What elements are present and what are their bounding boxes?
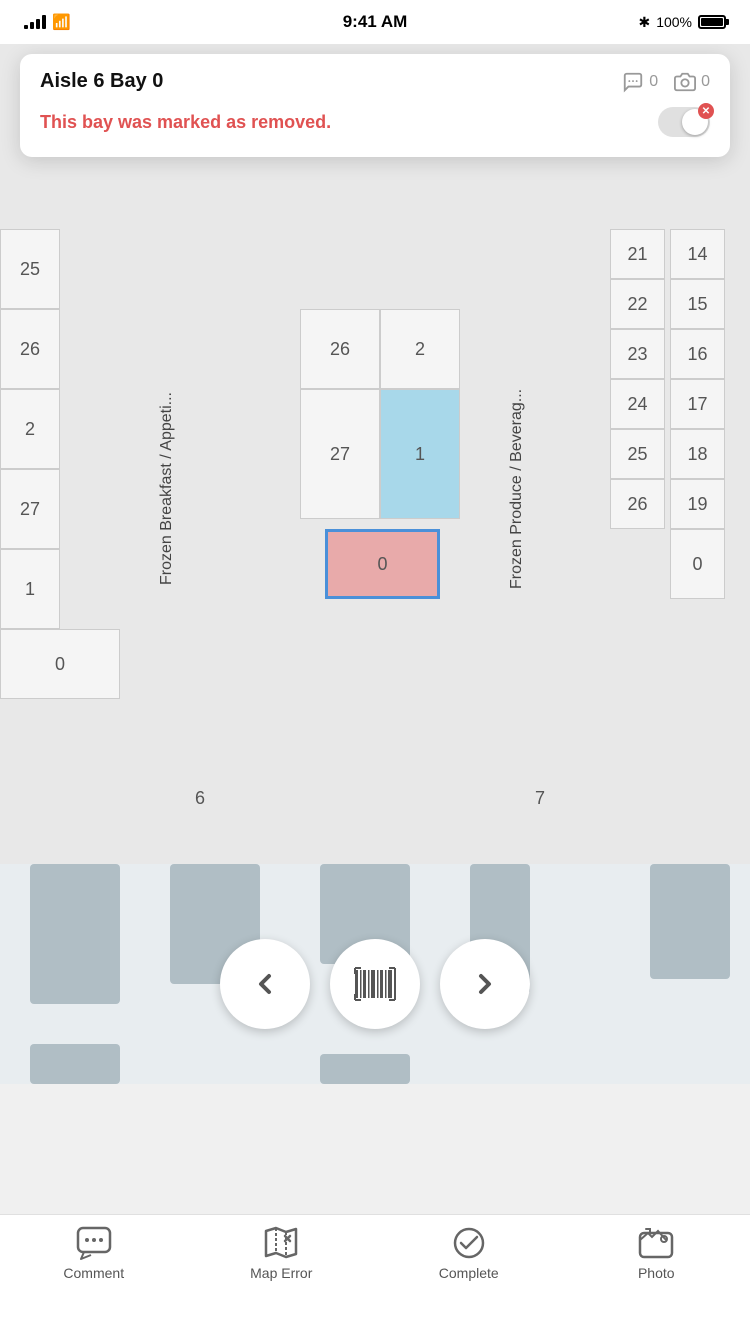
removed-message: This bay was marked as removed. (40, 112, 331, 133)
grid-cell[interactable]: 1 (0, 549, 60, 629)
next-icon (469, 968, 501, 1000)
map-error-icon (263, 1226, 299, 1260)
comment-icon (76, 1226, 112, 1260)
frozen-produce-label: Frozen Produce / Beverag... (508, 319, 526, 659)
shelf-block (320, 1054, 410, 1084)
barcode-icon (353, 966, 397, 1002)
nav-area (0, 864, 750, 1084)
grid-cell[interactable]: 25 (0, 229, 60, 309)
grid-cell[interactable]: 2 (0, 389, 60, 469)
grid-area: 25 26 2 27 1 0 Frozen Breakfast / Appeti… (0, 199, 750, 864)
grid-cell[interactable]: 14 (670, 229, 725, 279)
popup-body: This bay was marked as removed. ✕ (40, 107, 710, 137)
tab-complete[interactable]: Complete (409, 1225, 529, 1281)
status-right: ✱ 100% (638, 14, 726, 31)
shelf-block (650, 864, 730, 979)
grid-cell[interactable]: 26 (0, 309, 60, 389)
grid-cell[interactable]: 26 (300, 309, 380, 389)
photo-tab-label: Photo (638, 1265, 675, 1281)
comments-count-group: 0 (622, 71, 658, 93)
aisle7-label: 7 (535, 788, 545, 809)
grid-cell[interactable]: 0 (0, 629, 120, 699)
toggle-x-icon: ✕ (698, 103, 714, 119)
barcode-button[interactable] (330, 939, 420, 1029)
grid-cell[interactable]: 15 (670, 279, 725, 329)
popup-title: Aisle 6 Bay 0 (40, 70, 163, 93)
shelf-block (30, 1044, 120, 1084)
bay-popup: Aisle 6 Bay 0 0 (20, 54, 730, 157)
bluetooth-icon: ✱ (638, 14, 650, 31)
grid-cell[interactable]: 27 (300, 389, 380, 519)
popup-header: Aisle 6 Bay 0 0 (40, 70, 710, 93)
photo-icon (638, 1226, 674, 1260)
grid-cell[interactable]: 23 (610, 329, 665, 379)
prev-icon (249, 968, 281, 1000)
grid-cell[interactable]: 2 (380, 309, 460, 389)
status-time: 9:41 AM (343, 12, 408, 32)
grid-cell[interactable]: 25 (610, 429, 665, 479)
grid-cell[interactable]: 17 (670, 379, 725, 429)
nav-controls (220, 939, 530, 1029)
tab-bar: Comment Map Error Complete (0, 1214, 750, 1334)
map-error-tab-icon (261, 1225, 301, 1261)
grid-cell[interactable]: 27 (0, 469, 60, 549)
grid-cell-blue[interactable]: 1 (380, 389, 460, 519)
shelf-block (30, 864, 120, 1004)
grid-cell[interactable]: 22 (610, 279, 665, 329)
battery-percent: 100% (656, 14, 692, 30)
tab-comment[interactable]: Comment (34, 1225, 154, 1281)
grid-cell[interactable]: 26 (610, 479, 665, 529)
status-bar: 📶 9:41 AM ✱ 100% (0, 0, 750, 44)
grid-cell[interactable]: 21 (610, 229, 665, 279)
grid-cell[interactable]: 24 (610, 379, 665, 429)
complete-icon (451, 1226, 487, 1260)
frozen-breakfast-label: Frozen Breakfast / Appeti... (158, 319, 176, 659)
complete-tab-label: Complete (439, 1265, 499, 1281)
status-left: 📶 (24, 13, 71, 31)
chat-icon (622, 71, 644, 93)
popup-icons: 0 0 (622, 71, 710, 93)
photos-count: 0 (701, 73, 710, 91)
map-area: Aisle 6 Bay 0 0 (0, 44, 750, 864)
aisle6-label: 6 (195, 788, 205, 809)
photo-tab-icon (636, 1225, 676, 1261)
removed-toggle[interactable]: ✕ (658, 107, 710, 137)
signal-icon (24, 15, 46, 29)
grid-cell-selected[interactable]: 0 (325, 529, 440, 599)
next-button[interactable] (440, 939, 530, 1029)
grid-cell[interactable]: 0 (670, 529, 725, 599)
photos-count-group: 0 (674, 71, 710, 93)
grid-cell[interactable]: 19 (670, 479, 725, 529)
comments-count: 0 (649, 73, 658, 91)
grid-cell[interactable]: 16 (670, 329, 725, 379)
camera-icon (674, 71, 696, 93)
battery-icon (698, 15, 726, 29)
wifi-icon: 📶 (52, 13, 71, 31)
comment-tab-icon (74, 1225, 114, 1261)
complete-tab-icon (449, 1225, 489, 1261)
grid-cell[interactable]: 18 (670, 429, 725, 479)
comment-tab-label: Comment (63, 1265, 124, 1281)
map-error-tab-label: Map Error (250, 1265, 312, 1281)
prev-button[interactable] (220, 939, 310, 1029)
tab-photo[interactable]: Photo (596, 1225, 716, 1281)
tab-map-error[interactable]: Map Error (221, 1225, 341, 1281)
